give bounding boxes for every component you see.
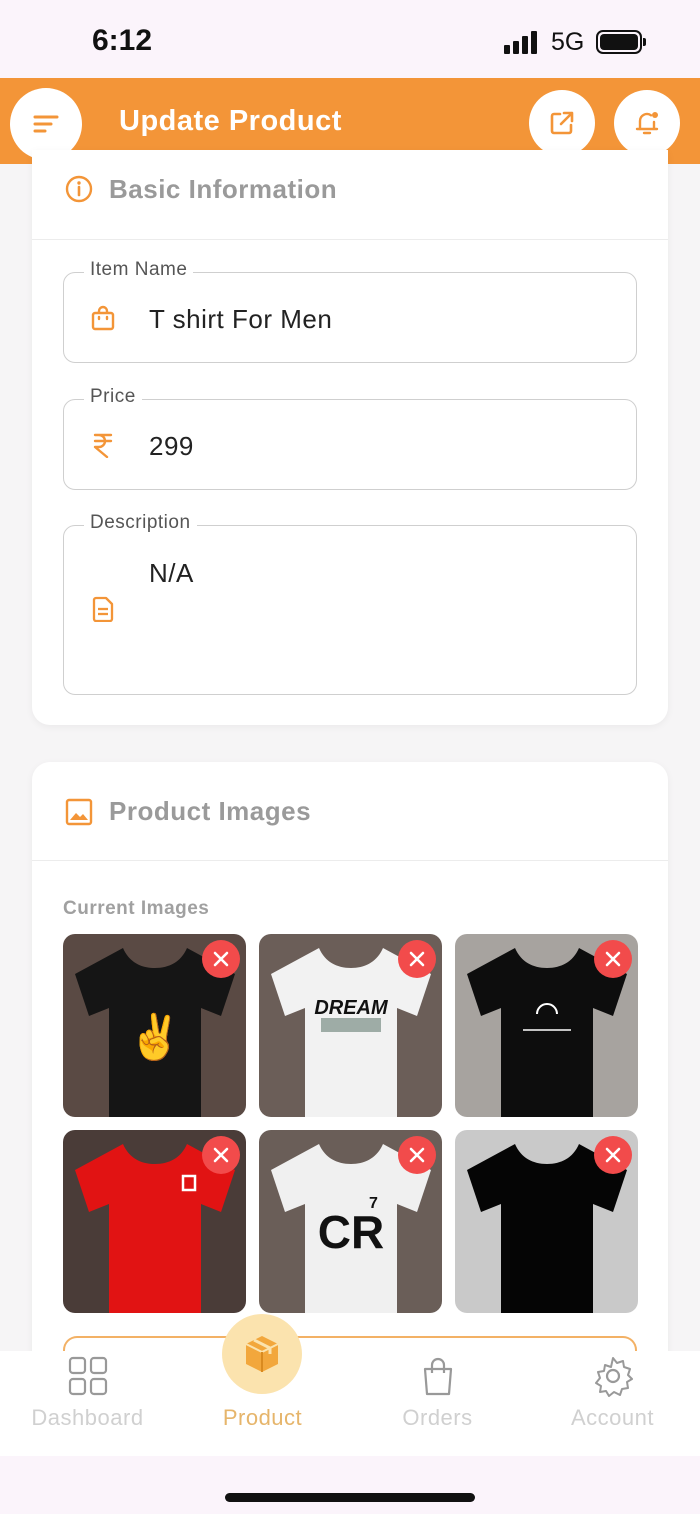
price-label: Price	[84, 386, 142, 408]
product-image-thumb[interactable]: CR 7	[259, 1130, 442, 1313]
close-icon	[213, 951, 229, 967]
battery-icon	[596, 30, 646, 54]
item-name-input[interactable]: T shirt For Men	[149, 304, 332, 335]
svg-text:7: 7	[369, 1195, 378, 1212]
info-circle-icon	[65, 175, 93, 203]
gear-icon	[595, 1357, 633, 1397]
close-icon	[605, 1147, 621, 1163]
svg-text:DREAM: DREAM	[314, 997, 389, 1019]
open-external-icon	[550, 111, 574, 135]
nav-label-account: Account	[571, 1405, 654, 1430]
current-images-label: Current Images	[63, 898, 210, 919]
remove-image-button[interactable]	[202, 1136, 240, 1174]
nav-item-orders[interactable]: Orders	[350, 1351, 525, 1456]
nav-label-orders: Orders	[402, 1405, 473, 1430]
nav-item-dashboard[interactable]: Dashboard	[0, 1351, 175, 1456]
document-icon	[92, 596, 114, 622]
svg-text:✌: ✌	[128, 1010, 183, 1063]
product-images-card: Product Images Current Images ✌ DREAM CR 7	[32, 762, 668, 1382]
product-fab[interactable]	[222, 1314, 302, 1394]
product-image-thumb[interactable]	[455, 1130, 638, 1313]
close-icon	[409, 951, 425, 967]
home-indicator-bar	[0, 1456, 700, 1514]
status-bar: 6:12 5G	[0, 0, 700, 78]
shopping-bag-icon	[423, 1357, 453, 1396]
signal-icon	[504, 30, 540, 54]
nav-item-account[interactable]: Account	[525, 1351, 700, 1456]
image-icon	[65, 798, 93, 826]
product-image-thumb[interactable]: ✌	[63, 934, 246, 1117]
price-field[interactable]: Price 299	[63, 386, 637, 490]
price-input[interactable]: 299	[149, 431, 194, 462]
sort-menu-icon	[33, 115, 59, 133]
box-icon	[245, 1336, 279, 1372]
close-icon	[213, 1147, 229, 1163]
close-icon	[409, 1147, 425, 1163]
remove-image-button[interactable]	[202, 940, 240, 978]
basic-information-card: Basic Information Item Name T shirt For …	[32, 150, 668, 725]
product-image-thumb[interactable]	[63, 1130, 246, 1313]
section-title: Basic Information	[109, 174, 338, 204]
status-time: 6:12	[92, 24, 153, 57]
description-label: Description	[84, 512, 197, 534]
description-input[interactable]: N/A	[149, 558, 194, 589]
section-header: Basic Information	[32, 150, 668, 240]
network-type: 5G	[551, 28, 585, 56]
close-icon	[605, 951, 621, 967]
remove-image-button[interactable]	[594, 1136, 632, 1174]
section-header: Product Images	[32, 762, 668, 861]
page-title: Update Product	[119, 105, 342, 137]
open-external-button[interactable]	[529, 90, 595, 156]
bell-icon	[635, 112, 659, 135]
remove-image-button[interactable]	[594, 940, 632, 978]
section-title: Product Images	[109, 796, 312, 826]
item-name-label: Item Name	[84, 259, 194, 281]
shopping-bag-icon	[91, 305, 115, 331]
nav-label-product: Product	[222, 1405, 303, 1430]
home-indicator	[225, 1493, 475, 1502]
remove-image-button[interactable]	[398, 1136, 436, 1174]
grid-icon	[68, 1356, 108, 1396]
product-image-thumb[interactable]: DREAM	[259, 934, 442, 1117]
product-image-thumb[interactable]	[455, 934, 638, 1117]
item-name-field[interactable]: Item Name T shirt For Men	[63, 259, 637, 363]
description-field[interactable]: Description N/A	[63, 512, 637, 695]
rupee-icon	[93, 433, 113, 458]
bottom-navigation: Dashboard Product Orders Account	[0, 1351, 700, 1456]
remove-image-button[interactable]	[398, 940, 436, 978]
notifications-button[interactable]	[614, 90, 680, 156]
svg-text:CR: CR	[318, 1206, 384, 1258]
nav-label-dashboard: Dashboard	[31, 1405, 144, 1430]
